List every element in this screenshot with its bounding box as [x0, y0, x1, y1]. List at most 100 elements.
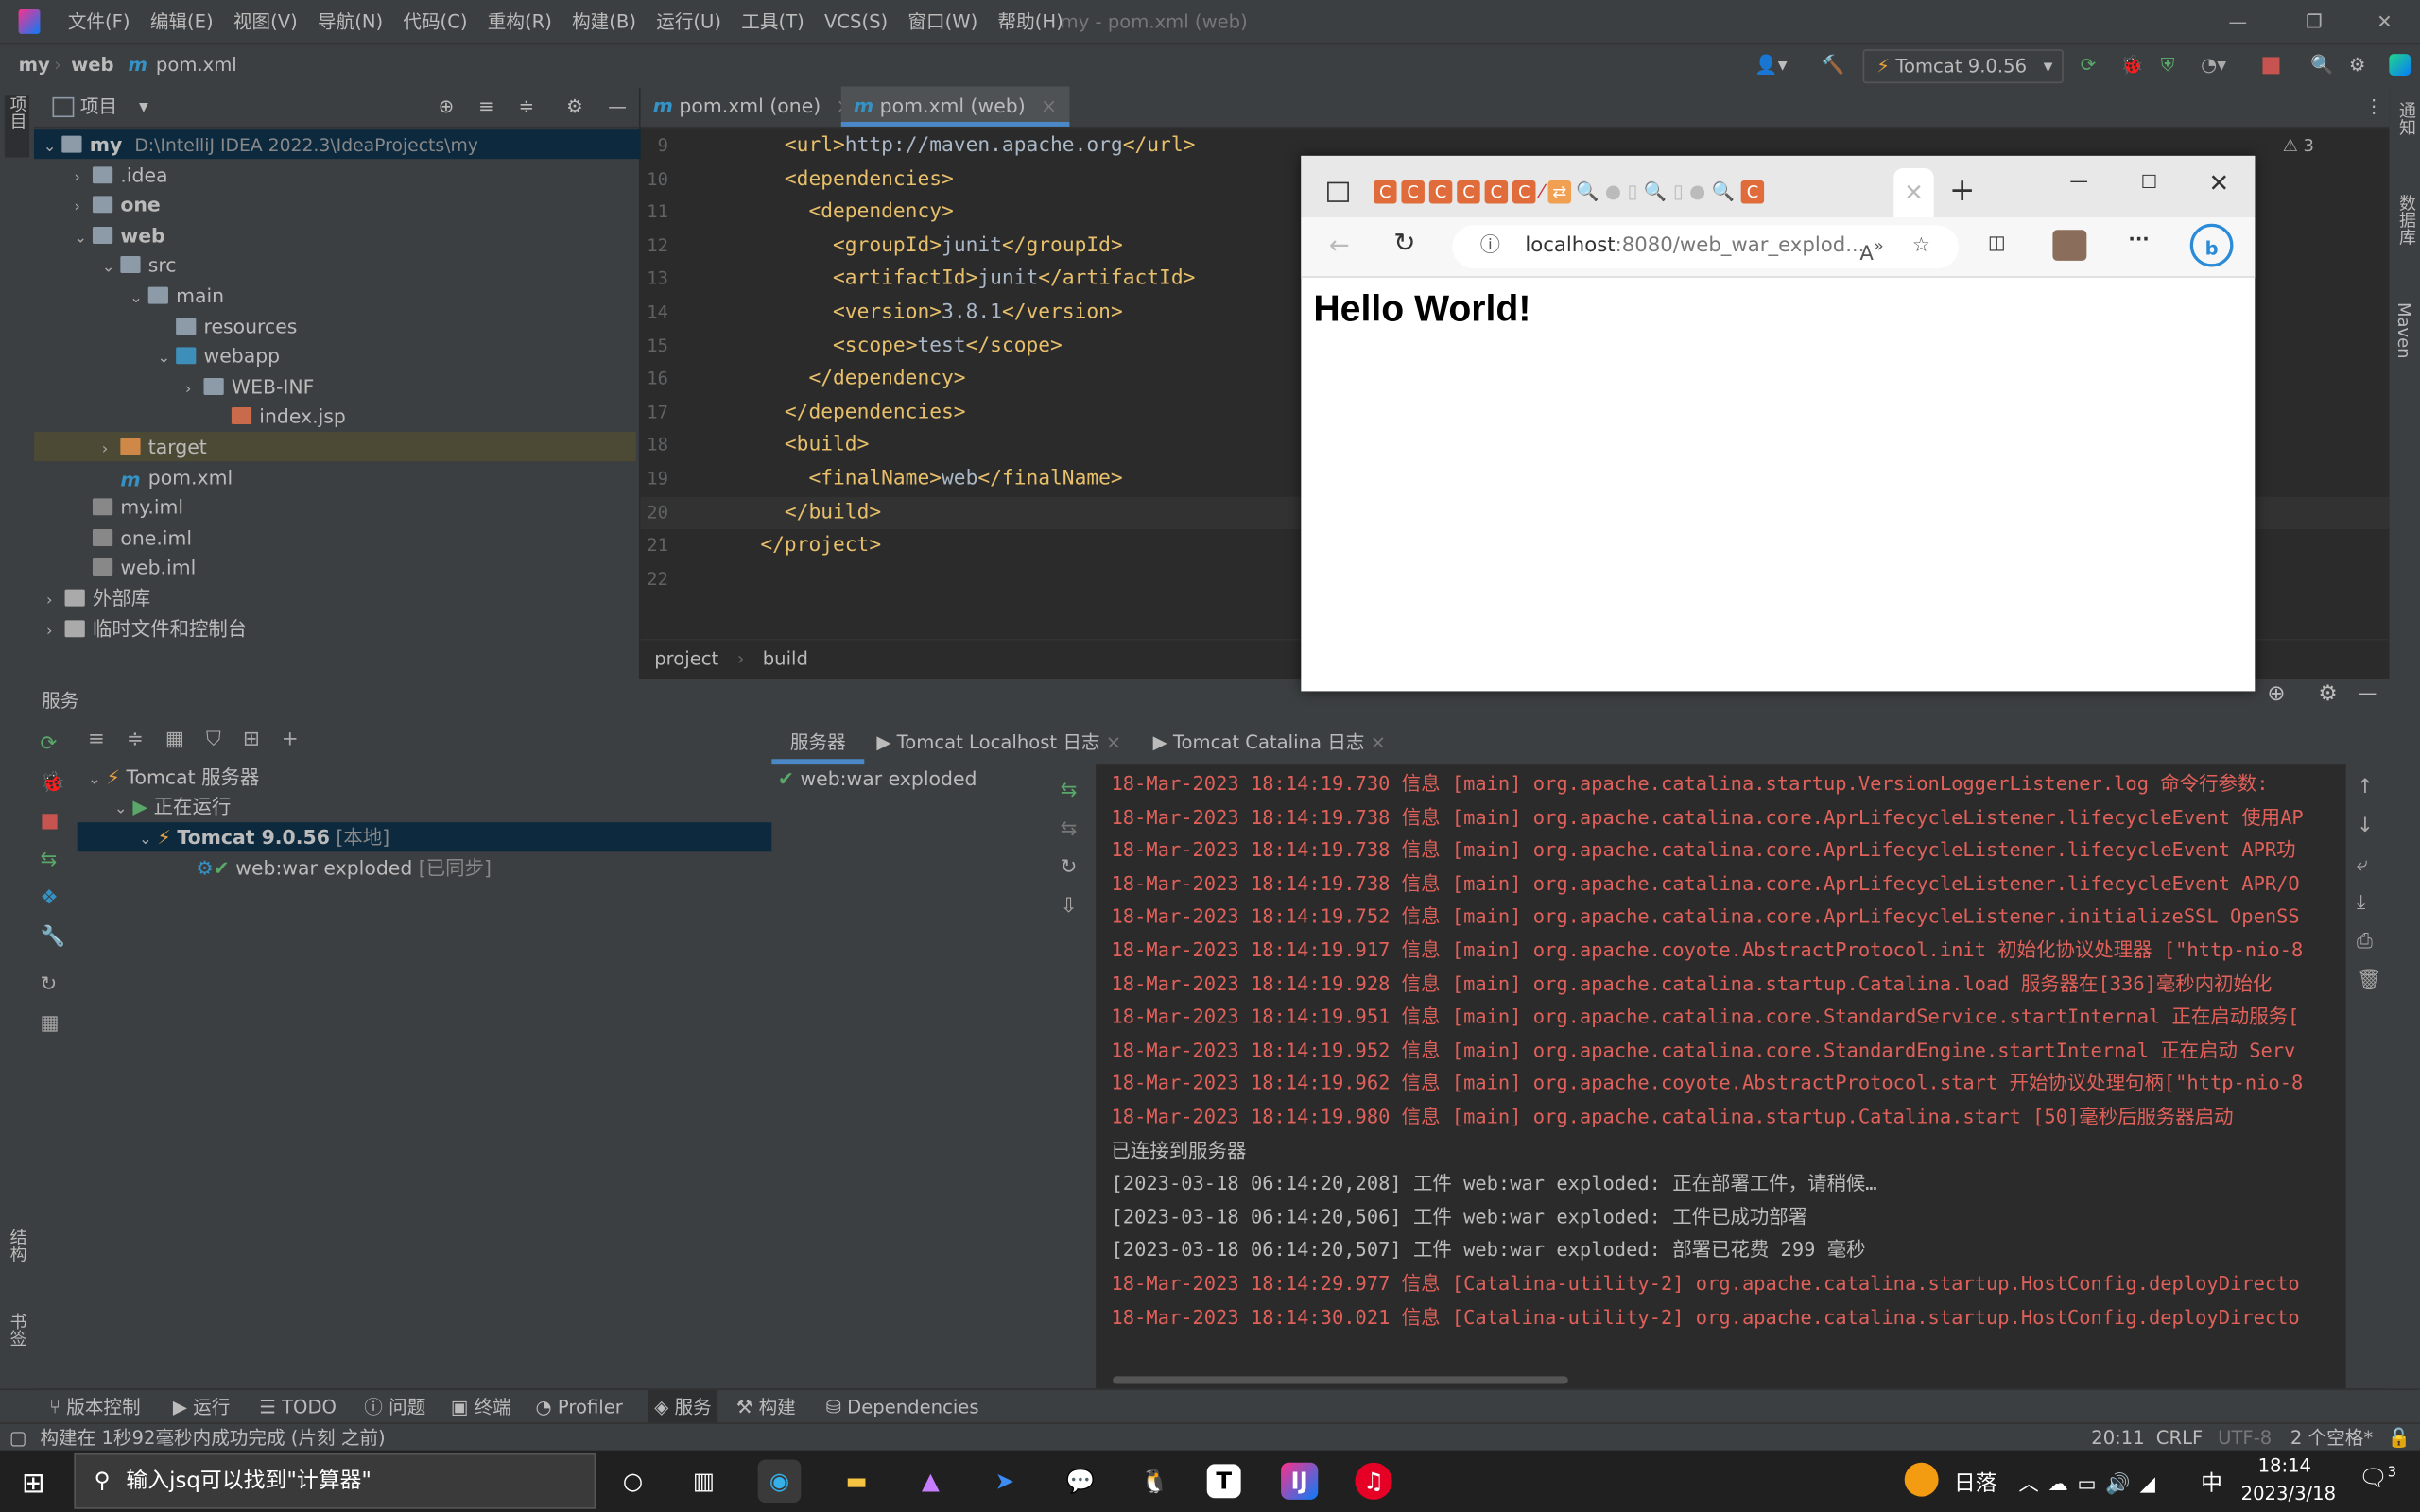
menu-item[interactable]: VCS(S) [824, 0, 888, 43]
url-field[interactable]: ⓘ localhost:8080/web_war_explod... A» ☆ [1452, 225, 1959, 269]
rerun-icon[interactable]: ⟳ [40, 725, 71, 764]
new-tab-icon[interactable]: ⊞ [243, 729, 260, 751]
deploy-icon[interactable]: ⇆ [40, 841, 71, 880]
menu-item[interactable]: 导航(N) [318, 0, 383, 43]
reload-icon[interactable]: ↻ [1393, 229, 1415, 260]
chevron-icon[interactable]: › [74, 163, 93, 192]
clock-time[interactable]: 18:14 [2258, 1455, 2311, 1477]
project-tree-item[interactable]: index.jsp [213, 402, 346, 431]
toggle-panels-icon[interactable]: ▢ [9, 1424, 27, 1452]
menu-item[interactable]: 运行(U) [656, 0, 721, 43]
debug-icon[interactable]: 🐞 [2120, 44, 2143, 84]
project-tree-item[interactable]: ⌄ web [74, 220, 164, 249]
notifications-tool-button[interactable]: 通知 [2394, 102, 2418, 136]
profile-icon[interactable]: ◔▾ [2201, 44, 2226, 84]
cortana-icon[interactable]: ○ [612, 1459, 655, 1503]
tree-running[interactable]: ⌄ ▶ 正在运行 [114, 792, 231, 821]
add-icon[interactable]: + [282, 729, 299, 751]
project-tree-item[interactable]: › 外部库 [46, 583, 150, 612]
line-separator[interactable]: CRLF [2156, 1424, 2203, 1452]
deployment-item[interactable]: ✔ web:war exploded [778, 764, 977, 793]
clock-date[interactable]: 2023/3/18 [2241, 1483, 2336, 1504]
group-icon[interactable]: ▦ [165, 729, 184, 751]
wrench-icon[interactable]: 🔧 [40, 918, 71, 956]
tool-window-button[interactable]: ⛁ Dependencies [825, 1390, 978, 1424]
profile-avatar[interactable] [2052, 230, 2087, 261]
browser-maximize-button[interactable]: ☐ [2140, 171, 2157, 193]
breadcrumb-build[interactable]: build [763, 648, 808, 670]
close-button[interactable]: ✕ [2377, 0, 2392, 43]
soft-wrap-icon[interactable]: ⤶ [2357, 846, 2382, 885]
weather-icon[interactable] [1904, 1462, 1939, 1497]
project-tree-item[interactable]: › .idea [74, 160, 167, 189]
clear-icon[interactable]: 🗑 [2357, 961, 2382, 1000]
caret-position[interactable]: 20:11 [2091, 1424, 2144, 1452]
app-icon-a[interactable]: ▲ [909, 1459, 953, 1503]
layout-icon[interactable]: ▦ [40, 1005, 71, 1043]
project-panel-title[interactable]: 项目 [80, 86, 117, 126]
menu-item[interactable]: 帮助(H) [998, 0, 1063, 43]
refresh-icon[interactable]: ↻ [40, 966, 71, 1005]
print-icon[interactable]: ⎙ [2357, 922, 2382, 961]
scroll-up-icon[interactable]: ↑ [2357, 768, 2382, 807]
chevron-icon[interactable]: › [46, 616, 65, 645]
expand-all-icon[interactable]: ≡ [88, 729, 105, 751]
user-icon[interactable]: 👤▾ [1754, 44, 1787, 84]
collapse-all-icon[interactable]: ≑ [519, 86, 534, 126]
project-tree-item[interactable]: m pom.xml [102, 462, 233, 491]
indent-setting[interactable]: 2 个空格* [2290, 1424, 2373, 1452]
tool-window-button[interactable]: ⑂ 版本控制 [49, 1390, 140, 1424]
bookmarks-tool-button[interactable]: 书签 [5, 1313, 29, 1347]
menu-item[interactable]: 代码(C) [403, 0, 467, 43]
search-tab-icon[interactable]: 🔍 [1576, 180, 1599, 202]
rerun-icon[interactable]: ⟳ [2081, 44, 2096, 84]
build-hammer-icon[interactable]: 🔨 [1822, 44, 1844, 84]
browser-tab[interactable]: C [1428, 180, 1453, 204]
console-hscrollbar[interactable] [1113, 1376, 1568, 1384]
search-tab-icon[interactable]: 🔍 [1712, 180, 1735, 202]
bing-icon[interactable]: b [2189, 223, 2234, 267]
project-tree-item[interactable]: › target [33, 432, 636, 462]
service-tab-localhost-log[interactable]: ▶ Tomcat Localhost 日志 × [876, 725, 1121, 759]
tool-window-button[interactable]: ◔ Profiler [536, 1390, 623, 1424]
tool-window-button[interactable]: ⓘ 问题 [364, 1390, 425, 1424]
warnings-indicator[interactable]: ⚠ 3 [2283, 136, 2314, 156]
redeploy-icon[interactable]: ↻ [1061, 849, 1078, 887]
expand-all-icon[interactable]: ≡ [478, 86, 493, 126]
collapse-all-icon[interactable]: ≑ [127, 729, 144, 751]
chevron-icon[interactable]: › [46, 586, 65, 615]
debug-icon[interactable]: 🐞 [40, 764, 71, 802]
edge-icon[interactable]: ◉ [757, 1459, 802, 1503]
tree-artifact[interactable]: ⚙✔ web:war exploded [已同步] [196, 853, 492, 883]
qq-icon[interactable]: 🐧 [1132, 1459, 1176, 1503]
tab-actions-icon[interactable] [1327, 181, 1349, 202]
browser-close-button[interactable]: ✕ [2208, 168, 2229, 198]
structure-tool-button[interactable]: 结构 [5, 1228, 29, 1263]
browser-tab[interactable]: C [1740, 180, 1765, 204]
gear-icon[interactable]: ⚙ [2349, 44, 2366, 84]
tool-window-button[interactable]: ▣ 终端 [451, 1390, 511, 1424]
status-message[interactable]: 构建在 1秒92毫秒内成功完成 (片刻 之前) [40, 1424, 385, 1452]
new-tab-button[interactable]: + [1949, 171, 1975, 208]
add-service-icon[interactable]: ⊕ [2267, 682, 2285, 707]
close-tab-icon[interactable]: × [1371, 731, 1386, 753]
minimize-button[interactable]: — [2229, 0, 2248, 43]
stop-icon[interactable]: ■ [40, 802, 71, 841]
search-icon[interactable]: 🔍 [2310, 44, 2333, 84]
doc-tab-icon[interactable]: ▯ [1673, 180, 1684, 202]
search-tab-icon[interactable]: 🔍 [1644, 180, 1667, 202]
tool-window-button[interactable]: ⚒ 构建 [736, 1390, 796, 1424]
tab-pom-one[interactable]: m pom.xml (one) × [641, 86, 865, 126]
deploy-all-icon[interactable]: ⇩ [1061, 887, 1078, 926]
notification-center-icon[interactable]: 🗨3 [2359, 1464, 2396, 1491]
breadcrumb-web[interactable]: web [71, 44, 113, 84]
gear-icon[interactable]: ⚙ [566, 86, 583, 126]
menu-item[interactable]: 构建(B) [572, 0, 636, 43]
project-tree-item[interactable]: ⌄ src [102, 250, 177, 280]
lock-icon[interactable]: 🔓 [2388, 1424, 2411, 1452]
favorite-icon[interactable]: ☆ [1912, 225, 1930, 268]
browser-tab[interactable]: ⇄ [1547, 180, 1572, 204]
project-tree-item[interactable]: ⌄ main [130, 281, 224, 310]
filter-icon[interactable]: ⛉ [206, 729, 221, 751]
breadcrumb-pom[interactable]: pom.xml [156, 44, 237, 84]
